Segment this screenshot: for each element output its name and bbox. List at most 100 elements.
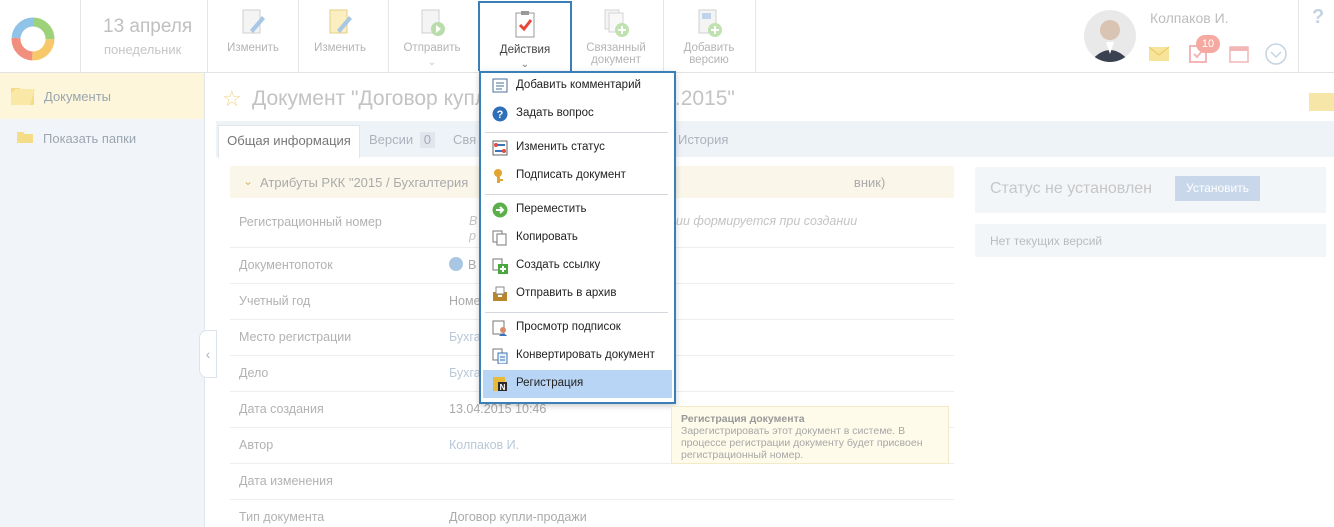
menu-item-create-link[interactable]: Создать ссылку: [483, 252, 672, 280]
menu-item-ask-question[interactable]: ? Задать вопрос: [483, 100, 672, 128]
tab-versions[interactable]: Версии 0: [369, 125, 436, 157]
convert-icon: [492, 348, 508, 364]
field-label: Дата изменения: [239, 474, 333, 488]
app-logo-icon[interactable]: [8, 14, 58, 64]
status-text: Статус не установлен: [990, 180, 1153, 197]
collapse-sidebar-handle[interactable]: ‹: [199, 330, 217, 378]
related-document-button[interactable]: Связанный документ: [580, 0, 652, 72]
field-value: Номе: [449, 294, 481, 308]
field-label: Дата создания: [239, 402, 324, 416]
menu-item-label: Изменить статус: [516, 141, 605, 153]
field-label: Регистрационный номер: [239, 215, 382, 229]
archive-icon: [493, 286, 507, 301]
current-date: 13 апреля: [103, 16, 193, 37]
menu-item-sign-document[interactable]: Подписать документ: [483, 162, 672, 190]
toolbar-divider: [298, 0, 299, 72]
menu-item-label: Переместить: [516, 203, 587, 215]
add-version-label-2: версию: [689, 54, 729, 66]
field-value-link[interactable]: Колпаков И.: [449, 438, 519, 452]
no-versions-text: Нет текущих версий: [990, 234, 1103, 248]
menu-item-view-subscriptions[interactable]: Просмотр подписок: [483, 314, 672, 342]
related-document-label: Связанный: [586, 42, 646, 54]
user-photo-icon: [1090, 20, 1130, 62]
help-icon[interactable]: ?: [1312, 6, 1324, 29]
chevron-down-icon: ⌄: [427, 57, 437, 68]
field-value: В: [468, 258, 477, 272]
send-icon: [421, 9, 445, 36]
show-folders-link[interactable]: Показать папки: [43, 131, 136, 146]
field-value: Договор купли-продажи: [449, 510, 587, 524]
menu-item-label: Копировать: [516, 231, 578, 243]
status-icon: [492, 140, 508, 156]
toolbar-divider: [755, 0, 756, 72]
versions-count-badge: 0: [419, 132, 436, 148]
toolbar-divider: [1298, 0, 1299, 72]
add-version-button[interactable]: Добавить версию: [670, 0, 748, 72]
comment-icon: [492, 78, 508, 93]
edit-attributes-label: Изменить: [314, 42, 366, 54]
tab-related[interactable]: Свя: [453, 125, 476, 157]
field-label: Дело: [239, 366, 269, 380]
envelope-icon[interactable]: [1309, 93, 1334, 111]
folder-icon: [17, 132, 33, 143]
calendar-icon[interactable]: [1228, 44, 1250, 64]
menu-item-copy[interactable]: Копировать: [483, 224, 672, 252]
tab-history[interactable]: История: [678, 125, 728, 157]
field-value-link[interactable]: Бухга: [449, 366, 481, 380]
mail-icon[interactable]: [1148, 46, 1170, 62]
menu-item-send-to-archive[interactable]: Отправить в архив: [483, 280, 672, 308]
actions-button-label: Действия: [499, 44, 551, 56]
add-version-label: Добавить: [683, 42, 735, 54]
toolbar-divider: [663, 0, 664, 72]
field-label: Автор: [239, 438, 274, 452]
menu-item-label: Добавить комментарий: [516, 79, 641, 91]
chevron-circle-icon[interactable]: [449, 257, 463, 271]
menu-item-label: Создать ссылку: [516, 259, 601, 271]
menu-item-label: Конвертировать документ: [516, 349, 655, 361]
add-version-icon: [698, 9, 722, 37]
related-document-label-2: документ: [591, 54, 641, 66]
menu-item-label: Задать вопрос: [516, 107, 594, 119]
favorite-star-icon[interactable]: ☆: [222, 86, 242, 112]
menu-item-registration[interactable]: N Регистрация: [483, 370, 672, 398]
tooltip-title: Регистрация документа: [681, 413, 805, 425]
menu-item-move[interactable]: Переместить: [483, 196, 672, 224]
user-avatar[interactable]: [1084, 10, 1136, 62]
attributes-title-text: Атрибуты РКК "2015 / Бухгалтерия: [260, 175, 469, 190]
tab-general-info[interactable]: Общая информация: [218, 125, 360, 158]
field-value-link[interactable]: Бухга: [449, 330, 481, 344]
field-label: Тип документа: [239, 510, 325, 524]
svg-text:?: ?: [497, 109, 504, 121]
send-button[interactable]: Отправить ⌄: [394, 0, 470, 72]
key-icon: [494, 169, 503, 183]
field-label: Место регистрации: [239, 330, 352, 344]
chevron-down-icon: ⌄: [243, 174, 254, 188]
menu-item-change-status[interactable]: Изменить статус: [483, 134, 672, 162]
toolbar-divider: [388, 0, 389, 72]
menu-divider: [485, 194, 668, 195]
edit-button-label: Изменить: [227, 42, 279, 54]
edit-button[interactable]: Изменить: [214, 0, 292, 72]
set-status-button[interactable]: Установить: [1175, 176, 1260, 201]
edit-card-icon: [329, 9, 352, 34]
user-name[interactable]: Колпаков И.: [1150, 10, 1229, 26]
copy-icon: [492, 230, 507, 246]
expand-menu-icon[interactable]: [1264, 42, 1288, 66]
field-note: ии формируется при создании: [676, 214, 858, 228]
folder-open-icon: [11, 88, 35, 105]
toolbar-divider: [80, 0, 81, 72]
field-value: В: [469, 214, 478, 228]
menu-item-label: Подписать документ: [516, 169, 626, 181]
sidebar-item-label: Документы: [44, 89, 112, 104]
send-button-label: Отправить: [403, 42, 461, 54]
current-weekday: понедельник: [104, 42, 182, 57]
subscriptions-icon: [492, 320, 507, 336]
menu-divider: [485, 132, 668, 133]
menu-divider: [485, 312, 668, 313]
menu-item-convert-document[interactable]: Конвертировать документ: [483, 342, 672, 370]
menu-item-add-comment[interactable]: Добавить комментарий: [483, 72, 672, 100]
svg-text:N: N: [500, 383, 506, 392]
edit-attributes-button[interactable]: Изменить: [301, 0, 379, 72]
tasks-count-badge: 10: [1196, 35, 1220, 53]
actions-button[interactable]: Действия ⌄: [478, 1, 572, 71]
